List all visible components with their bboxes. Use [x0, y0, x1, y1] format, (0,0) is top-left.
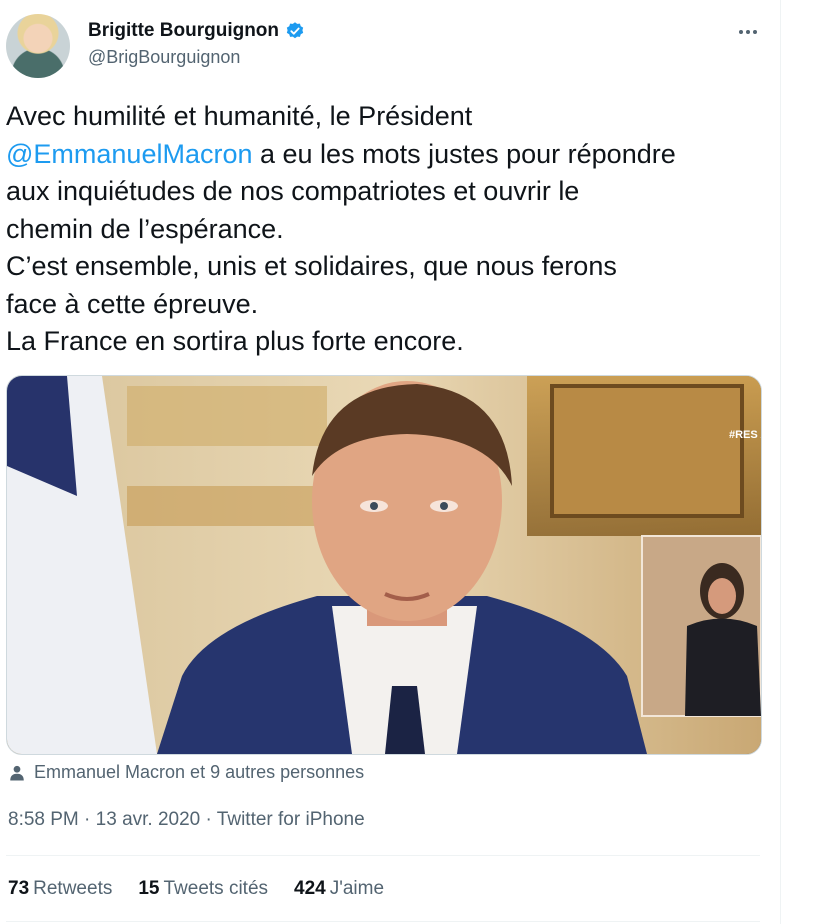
retweets-stat[interactable]: 73 Retweets — [8, 878, 112, 900]
divider-bottom — [6, 921, 760, 922]
tagged-label: Emmanuel Macron et 9 autres personnes — [34, 762, 365, 782]
meta-separator-2: · — [205, 809, 212, 830]
mention-link[interactable]: @EmmanuelMacron — [6, 139, 253, 169]
tweet-source[interactable]: Twitter for iPhone — [217, 809, 365, 830]
verified-badge-icon — [286, 22, 304, 39]
more-icon[interactable] — [732, 22, 764, 42]
retweets-count: 73 — [8, 878, 30, 899]
quotes-label: Tweets cités — [163, 878, 269, 899]
tv-broadcast-photo: #RES A LA MA — [7, 376, 761, 754]
broadcast-overlay-text: #RES A LA MA — [729, 429, 761, 441]
tweet-date[interactable]: 13 avr. 2020 — [96, 809, 201, 830]
tweet-meta: 8:58 PM · 13 avr. 2020 · Twitter for iPh… — [8, 809, 365, 831]
display-name[interactable]: Brigitte Bourguignon — [88, 20, 279, 42]
meta-separator: · — [84, 809, 91, 830]
author-handle[interactable]: @BrigBourguignon — [88, 47, 240, 68]
quotes-count: 15 — [138, 878, 160, 899]
person-icon — [10, 765, 24, 780]
tweet-text: Avec humilité et humanité, le Président … — [6, 98, 776, 361]
tweet-stats: 73 Retweets 15 Tweets cités 424 J'aime — [8, 878, 384, 900]
quotes-stat[interactable]: 15 Tweets cités — [138, 878, 268, 900]
tweet-photo[interactable]: #RES A LA MA — [6, 375, 762, 755]
tweet-time[interactable]: 8:58 PM — [8, 809, 79, 830]
tagged-people[interactable]: Emmanuel Macron et 9 autres personnes — [8, 762, 364, 783]
likes-stat[interactable]: 424 J'aime — [294, 878, 384, 900]
divider — [6, 855, 760, 856]
tweet-text-part-1: Avec humilité et humanité, le Président — [6, 101, 473, 131]
retweets-label: Retweets — [33, 878, 113, 899]
likes-label: J'aime — [329, 878, 385, 899]
column-divider — [780, 0, 781, 924]
tweet-text-part-2: a eu les mots justes pour répondre aux i… — [6, 138, 676, 357]
likes-count: 424 — [294, 878, 326, 899]
avatar[interactable] — [6, 14, 70, 78]
author-name-row: Brigitte Bourguignon — [88, 20, 305, 42]
tweet-header: Brigitte Bourguignon @BrigBourguignon — [0, 0, 780, 90]
